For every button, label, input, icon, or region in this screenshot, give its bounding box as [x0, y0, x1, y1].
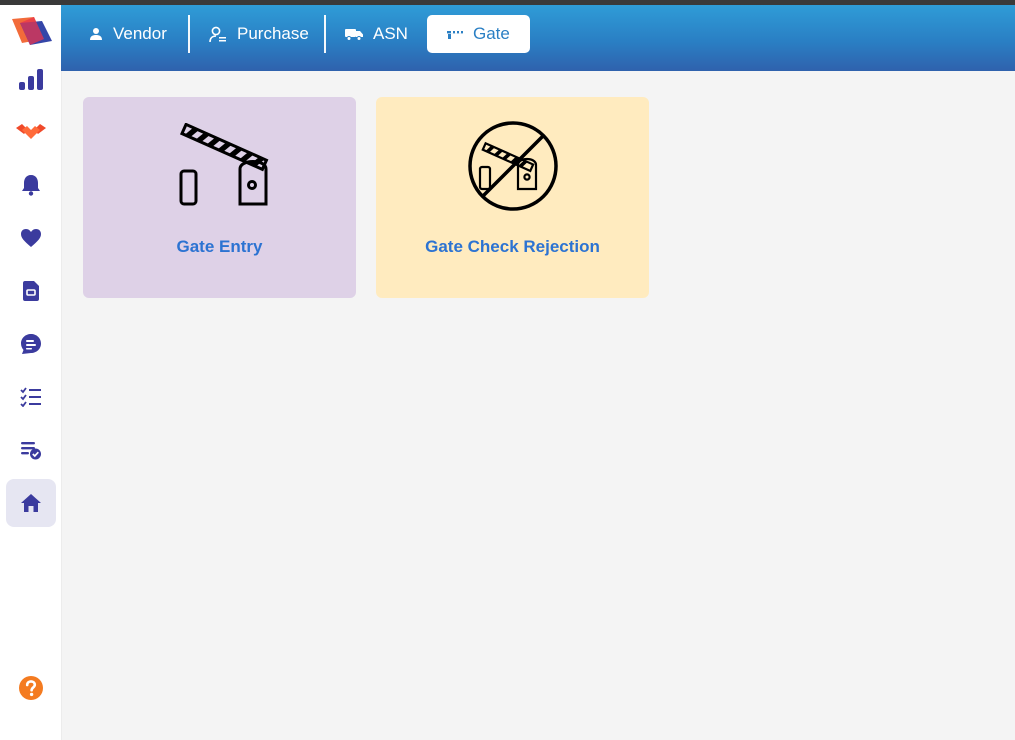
gate-barrier-icon [447, 31, 463, 39]
home-icon [21, 494, 41, 512]
sidebar-item-documents[interactable] [6, 267, 56, 315]
truck-icon [345, 28, 363, 41]
list-check-icon [21, 442, 41, 460]
sidebar-item-analytics[interactable] [6, 55, 56, 103]
person-list-icon [209, 26, 226, 42]
sidebar [0, 5, 62, 740]
tab-gate[interactable]: Gate [427, 15, 530, 53]
sidebar-item-home[interactable] [6, 479, 56, 527]
gate-barrier-icon [179, 123, 268, 206]
tab-divider [324, 15, 326, 53]
card-label: Gate Check Rejection [425, 237, 600, 256]
tab-label: Vendor [113, 24, 167, 43]
tab-vendor[interactable]: Vendor [89, 15, 167, 53]
bar-chart-icon [19, 69, 43, 90]
bell-icon [22, 175, 40, 196]
handshake-icon [16, 124, 46, 139]
tab-purchase[interactable]: Purchase [209, 15, 309, 53]
tab-label: Gate [473, 24, 510, 43]
sidebar-item-partners[interactable] [6, 108, 56, 156]
tab-label: Purchase [237, 24, 309, 43]
tab-asn[interactable]: ASN [345, 15, 408, 53]
gate-check-rejection-card[interactable]: Gate Check Rejection [376, 97, 649, 298]
gate-rejected-icon [467, 121, 558, 211]
checklist-icon [20, 387, 41, 407]
sidebar-item-approvals[interactable] [6, 426, 56, 474]
person-icon [90, 28, 102, 40]
top-nav-bar: Vendor Purchase ASN Gate [61, 5, 1015, 71]
sidebar-item-messages[interactable] [6, 320, 56, 368]
help-button[interactable] [6, 664, 56, 712]
help-icon [19, 676, 43, 700]
app-logo[interactable] [10, 13, 54, 49]
message-icon [21, 334, 41, 354]
heart-icon [21, 229, 41, 247]
sidebar-item-favorites[interactable] [6, 214, 56, 262]
card-label: Gate Entry [176, 237, 263, 256]
sidebar-item-tasks[interactable] [6, 373, 56, 421]
tab-label: ASN [373, 24, 408, 43]
gate-entry-card[interactable]: Gate Entry [83, 97, 356, 298]
sidebar-item-notifications[interactable] [6, 161, 56, 209]
document-icon [23, 281, 39, 301]
tab-divider [188, 15, 190, 53]
